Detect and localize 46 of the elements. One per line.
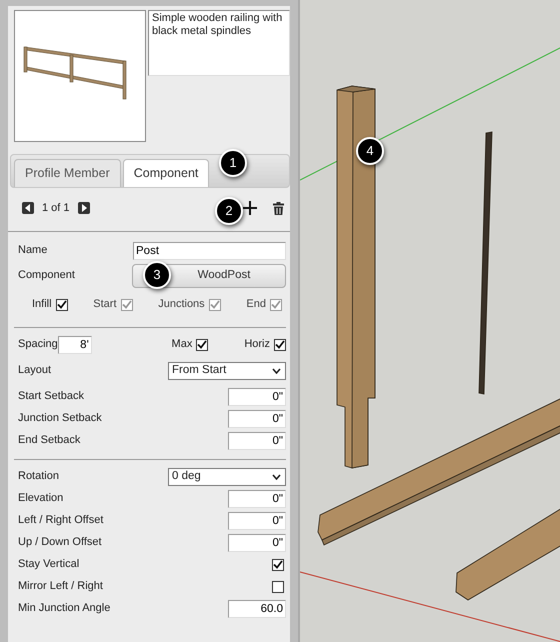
right-triangle-icon <box>80 204 87 212</box>
input-field[interactable]: 0" <box>228 534 286 552</box>
field-label: Name <box>18 243 48 258</box>
input-field[interactable]: 0" <box>228 432 286 450</box>
field-label: Layout <box>18 363 52 378</box>
checkbox-label: Horiz <box>244 337 270 352</box>
input-field[interactable]: 0" <box>228 388 286 406</box>
tab[interactable]: Profile Member <box>14 159 121 187</box>
input-field[interactable]: 0" <box>228 512 286 530</box>
field-label: Min Junction Angle <box>18 601 110 616</box>
next-button[interactable] <box>78 202 90 214</box>
field-label: End Setback <box>18 433 80 448</box>
field-label: Junction Setback <box>18 411 102 426</box>
checkbox[interactable] <box>274 338 286 350</box>
description-field[interactable]: Simple wooden railing with black metal spindles <box>148 10 290 76</box>
checkbox-label: Junctions <box>158 297 205 312</box>
checkbox-label: End <box>246 297 266 312</box>
field-label: Left / Right Offset <box>18 513 104 528</box>
previous-button[interactable] <box>22 202 34 214</box>
checkbox-label: Infill <box>32 297 52 312</box>
page-counter: 1 of 1 <box>42 201 70 216</box>
field-label: Component <box>18 268 75 284</box>
dropdown[interactable]: From Start <box>168 362 286 380</box>
dropdown[interactable]: 0 deg <box>168 468 286 486</box>
field-label: Up / Down Offset <box>18 535 102 550</box>
name-field[interactable]: Post <box>133 242 286 260</box>
field-label: Stay Vertical <box>18 557 80 572</box>
checkbox[interactable] <box>196 338 208 350</box>
input-field[interactable]: 0" <box>228 410 286 428</box>
tab[interactable]: Component <box>122 159 210 187</box>
field-label: Elevation <box>18 491 64 506</box>
input-field[interactable]: 0" <box>228 490 286 508</box>
field-label: Rotation <box>18 469 59 484</box>
add-icon[interactable] <box>243 201 257 216</box>
field-label: Spacing <box>18 337 58 352</box>
checkbox[interactable] <box>56 298 68 310</box>
trash-icon[interactable] <box>273 202 284 215</box>
checkbox-label: Start <box>93 297 116 312</box>
spacing-field[interactable]: 8' <box>58 336 92 354</box>
input-field[interactable]: 60.0 <box>228 600 286 618</box>
field-label: Start Setback <box>18 389 84 404</box>
checkbox[interactable] <box>272 580 284 592</box>
checkbox-label: Max <box>172 337 192 352</box>
field-label: Mirror Left / Right <box>18 579 103 594</box>
left-triangle-icon <box>25 204 31 212</box>
checkbox[interactable] <box>272 558 284 570</box>
